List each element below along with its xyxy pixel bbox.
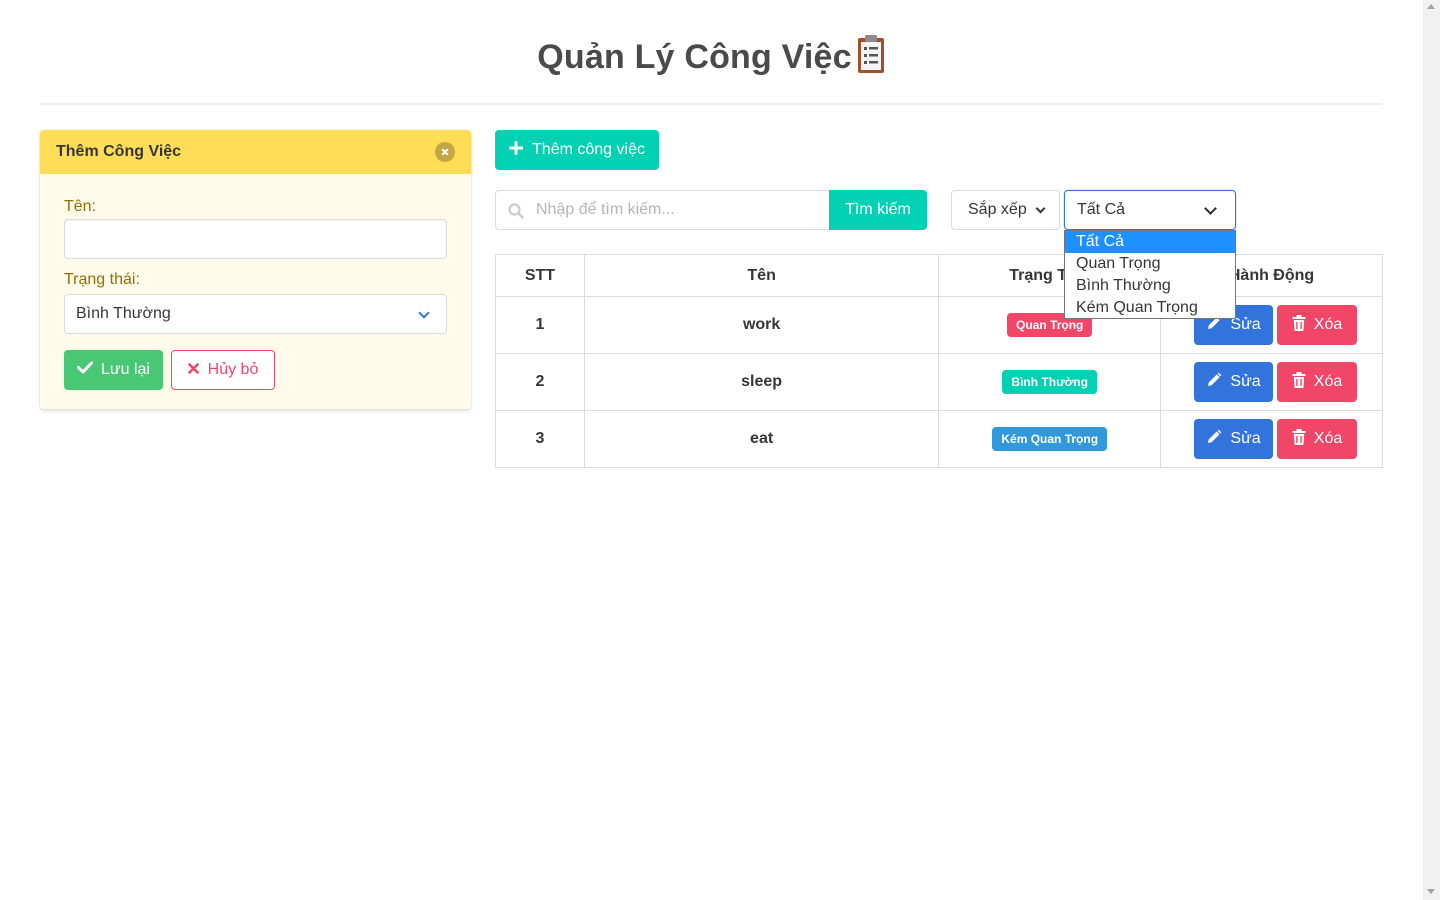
check-icon: [77, 361, 94, 379]
row-actions: Sửa Xóa: [1160, 353, 1383, 411]
cancel-button-label: Hủy bỏ: [207, 361, 259, 378]
row-name: work: [583, 296, 940, 354]
pencil-icon: [1206, 372, 1222, 393]
title-divider: [40, 103, 1383, 105]
cancel-button[interactable]: Hủy bỏ: [171, 350, 275, 390]
sort-button-label: Sắp xếp: [968, 201, 1027, 218]
status-badge: Bình Thường: [1002, 370, 1097, 394]
delete-button[interactable]: Xóa: [1277, 419, 1358, 459]
times-icon: [187, 361, 199, 379]
scroll-up-arrow[interactable]: [1427, 4, 1435, 9]
delete-button-label: Xóa: [1313, 373, 1343, 390]
row-stt: 3: [495, 410, 585, 468]
clipboard-icon: [856, 34, 886, 83]
save-button[interactable]: Lưu lại: [64, 350, 163, 390]
filter-option[interactable]: Bình Thường: [1065, 275, 1235, 297]
table-row: 3 eat Kém Quan Trọng Sửa Xóa: [495, 410, 1383, 468]
row-name: sleep: [583, 353, 940, 411]
chevron-down-icon: [1035, 203, 1046, 213]
table-header-row: STT Tên Trạng Thái Hành Động: [495, 254, 1383, 297]
trash-icon: [1292, 371, 1306, 393]
filter-option[interactable]: Quan Trọng: [1065, 253, 1235, 275]
table-row: 1 work Quan Trọng Sửa Xóa: [495, 296, 1383, 354]
row-actions: Sửa Xóa: [1160, 410, 1383, 468]
save-button-label: Lưu lại: [101, 361, 150, 378]
delete-button[interactable]: Xóa: [1277, 362, 1358, 402]
delete-button-label: Xóa: [1313, 316, 1343, 333]
add-task-panel-title: Thêm Công Việc: [56, 143, 182, 160]
search-button-label: Tìm kiếm: [845, 201, 911, 218]
chevron-down-icon: [418, 307, 430, 319]
page-title-text: Quản Lý Công Việc: [537, 38, 852, 76]
close-icon[interactable]: [435, 142, 455, 162]
plus-icon: [508, 140, 524, 160]
search-box: [495, 190, 829, 230]
scroll-down-arrow[interactable]: [1427, 889, 1435, 894]
row-status-cell: Bình Thường: [938, 353, 1162, 411]
filter-option[interactable]: Kém Quan Trọng: [1065, 297, 1235, 319]
status-filter-options: Tất Cả Quan Trọng Bình Thường Kém Quan T…: [1064, 230, 1236, 319]
row-name: eat: [583, 410, 940, 468]
add-task-button-label: Thêm công việc: [532, 141, 645, 158]
search-icon: [508, 203, 524, 224]
add-task-button[interactable]: Thêm công việc: [495, 130, 659, 170]
status-select-value: Bình Thường: [76, 305, 171, 322]
search-button[interactable]: Tìm kiếm: [829, 190, 927, 230]
status-label: Trạng thái:: [64, 271, 140, 288]
trash-icon: [1292, 428, 1306, 450]
row-stt: 1: [495, 296, 585, 354]
chevron-down-icon: [1204, 202, 1217, 215]
edit-button[interactable]: Sửa: [1194, 362, 1274, 402]
table-row: 2 sleep Bình Thường Sửa Xóa: [495, 353, 1383, 411]
column-header-stt: STT: [495, 254, 585, 297]
row-status-cell: Kém Quan Trọng: [938, 410, 1162, 468]
trash-icon: [1292, 314, 1306, 336]
edit-button-label: Sửa: [1230, 373, 1261, 390]
edit-button-label: Sửa: [1230, 430, 1261, 447]
status-filter-value: Tất Cả: [1077, 201, 1126, 218]
add-task-panel-header: Thêm Công Việc: [40, 130, 471, 174]
page-title: Quản Lý Công Việc: [0, 34, 1423, 83]
status-select[interactable]: Bình Thường: [64, 294, 447, 334]
column-header-name: Tên: [583, 254, 940, 297]
add-task-panel: Thêm Công Việc Tên: Trạng thái: Bình Thư…: [40, 130, 471, 409]
filter-option[interactable]: Tất Cả: [1065, 231, 1235, 253]
task-table: STT Tên Trạng Thái Hành Động 1 work Quan…: [495, 254, 1383, 468]
status-filter-select[interactable]: Tất Cả: [1064, 190, 1236, 230]
status-badge: Kém Quan Trọng: [992, 427, 1108, 451]
name-label: Tên:: [64, 198, 97, 215]
delete-button[interactable]: Xóa: [1277, 305, 1358, 345]
pencil-icon: [1206, 429, 1222, 450]
edit-button[interactable]: Sửa: [1194, 419, 1274, 459]
name-field[interactable]: [64, 219, 447, 259]
search-input[interactable]: [536, 191, 821, 229]
sort-dropdown-button[interactable]: Sắp xếp: [951, 190, 1060, 230]
row-stt: 2: [495, 353, 585, 411]
page-scrollbar[interactable]: [1423, 0, 1440, 900]
delete-button-label: Xóa: [1313, 430, 1343, 447]
